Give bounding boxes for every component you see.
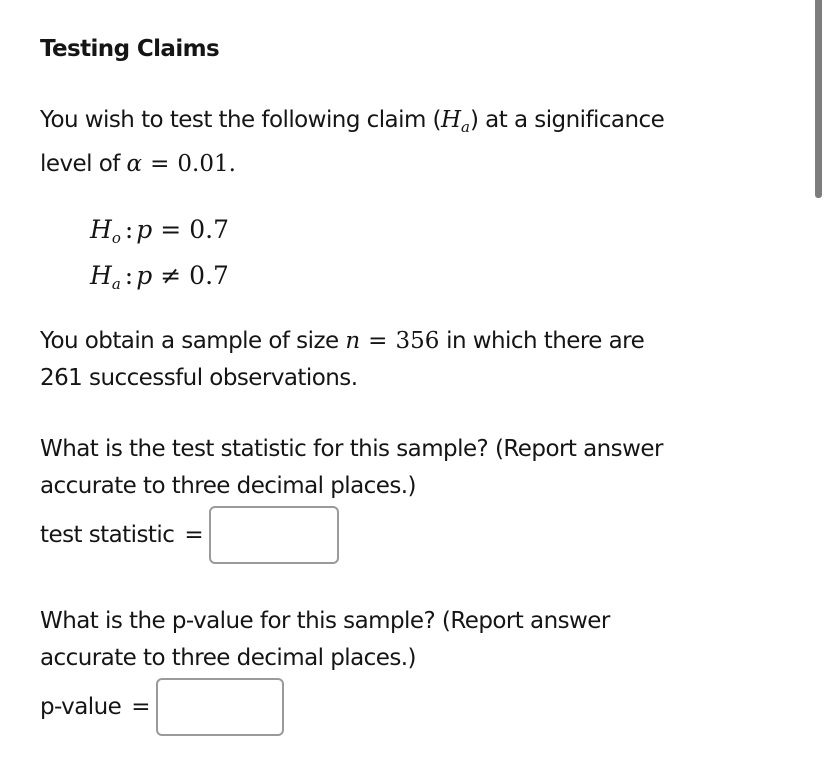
n-value: 356 (395, 328, 440, 354)
test-statistic-input[interactable] (209, 506, 340, 564)
test-statistic-question: What is the test statistic for this samp… (40, 431, 663, 505)
p-value-question-line-2: accurate to three decimal places.) (40, 645, 417, 671)
alpha-equals: = (150, 151, 170, 177)
alt-value: 0.7 (189, 261, 229, 290)
p-value-question: What is the p-value for this sample? (Re… (40, 603, 610, 677)
alt-h-subscript: a (111, 275, 121, 293)
n-equals: = (368, 328, 388, 354)
alt-h-symbol: H (90, 261, 112, 290)
intro-paragraph: You wish to test the following claim (Ha… (40, 102, 665, 183)
alpha-value: 0.01. (177, 151, 236, 177)
null-hypothesis: Ho: p = 0.7 (90, 211, 229, 257)
sample-size-expression: n = 356 (345, 328, 439, 354)
p-value-input[interactable] (156, 678, 284, 736)
alt-relation: ≠ (160, 261, 182, 290)
alpha-expression: α = 0.01. (127, 151, 236, 177)
alternative-hypothesis: Ha: p ≠ 0.7 (90, 257, 229, 303)
test-statistic-question-line-2: accurate to three decimal places.) (40, 473, 417, 499)
p-value-label: p-value (40, 694, 122, 720)
null-h-subscript: o (111, 229, 121, 247)
alt-colon: : (124, 261, 134, 290)
alpha-symbol: α (126, 151, 143, 177)
p-value-question-line-1: What is the p-value for this sample? (Re… (40, 608, 610, 634)
test-statistic-question-line-1: What is the test statistic for this samp… (40, 436, 663, 462)
null-param: p (136, 215, 153, 244)
vertical-scrollbar[interactable] (815, 0, 822, 198)
null-colon: : (124, 215, 134, 244)
sample-line-2: 261 successful observations. (40, 365, 358, 391)
intro-text-after: ) at a significance (470, 107, 665, 133)
alt-param: p (136, 261, 153, 290)
null-value: 0.7 (189, 215, 230, 244)
claim-subscript: a (461, 118, 470, 136)
sample-text-before: You obtain a sample of size (40, 328, 346, 354)
intro-line-2: level of α = 0.01. (40, 146, 664, 183)
test-statistic-row: test statistic = (40, 506, 340, 564)
test-statistic-label: test statistic (40, 522, 175, 548)
intro-text-before: You wish to test the following claim ( (40, 107, 442, 133)
null-h-symbol: H (90, 215, 112, 244)
page-title: Testing Claims (40, 36, 220, 62)
sample-text-after: in which there are (439, 328, 645, 354)
intro-level-text: level of (40, 151, 127, 177)
null-relation: = (160, 215, 182, 244)
test-statistic-equals: = (184, 522, 204, 548)
sample-line-1: You obtain a sample of size n = 356 in whi… (40, 323, 645, 360)
intro-line-1: You wish to test the following claim (Ha… (40, 102, 665, 146)
n-symbol: n (345, 328, 361, 354)
claim-symbol: Ha (440, 107, 470, 136)
p-value-equals: = (131, 694, 150, 720)
hypotheses-block: Ho: p = 0.7 Ha: p ≠ 0.7 (90, 211, 229, 303)
sample-paragraph: You obtain a sample of size n = 356 in whi… (40, 323, 645, 397)
claim-symbol-h: H (440, 107, 462, 133)
p-value-row: p-value = (40, 678, 284, 736)
